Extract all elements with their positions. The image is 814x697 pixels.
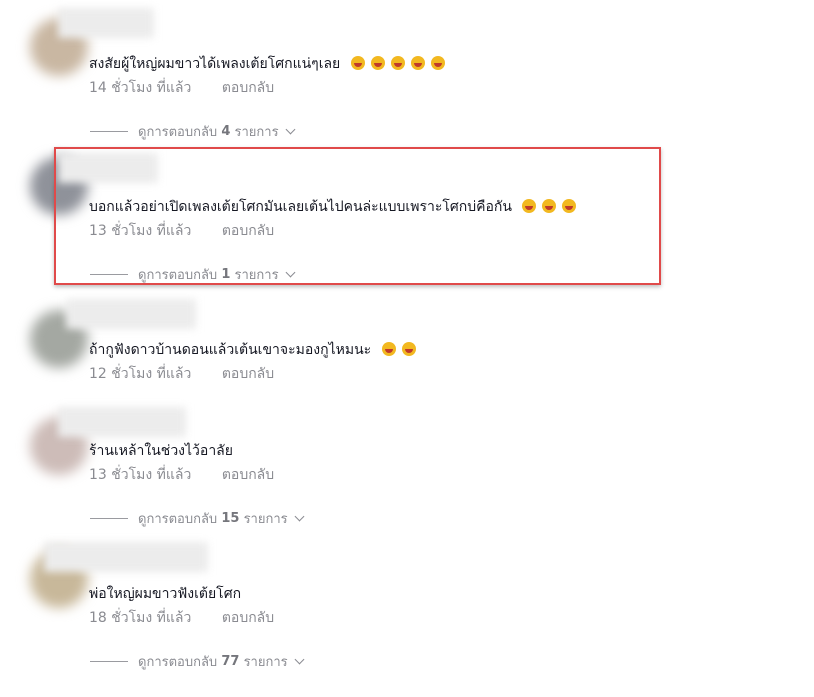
comment-meta: 14 ชั่วโมง ที่แล้ว ตอบกลับ <box>89 77 274 99</box>
divider <box>90 131 128 132</box>
laughing-face-icon <box>430 56 445 70</box>
username-blurred <box>58 8 154 38</box>
reply-button[interactable]: ตอบกลับ <box>222 80 274 96</box>
laughing-face-icon <box>401 342 416 356</box>
reply-count: 77 <box>221 654 240 669</box>
comment-item: พ่อใหญ่ผมขาวฟังเต้ยโศก 18 ชั่วโมง ที่แล้… <box>0 538 814 678</box>
reply-button[interactable]: ตอบกลับ <box>222 366 274 382</box>
laughing-face-icon <box>410 56 425 70</box>
timestamp: 12 ชั่วโมง ที่แล้ว <box>89 366 192 382</box>
comment-item: ร้านเหล้าในช่วงไว้อาลัย 13 ชั่วโมง ที่แล… <box>0 395 814 535</box>
view-replies-button[interactable]: ดูการตอบกลับ 77 รายการ <box>90 651 305 672</box>
divider <box>90 661 128 662</box>
timestamp: 14 ชั่วโมง ที่แล้ว <box>89 80 192 96</box>
laughing-face-icon <box>370 56 385 70</box>
reply-button[interactable]: ตอบกลับ <box>222 467 274 483</box>
laughing-face-icon <box>350 56 365 70</box>
username-blurred <box>44 542 208 572</box>
view-replies-button[interactable]: ดูการตอบกลับ 4 รายการ <box>90 121 296 142</box>
comment-meta: 13 ชั่วโมง ที่แล้ว ตอบกลับ <box>89 464 274 486</box>
view-replies-button[interactable]: ดูการตอบกลับ 15 รายการ <box>90 508 305 529</box>
timestamp: 18 ชั่วโมง ที่แล้ว <box>89 610 192 626</box>
chevron-down-icon <box>285 124 296 135</box>
laughing-face-icon <box>390 56 405 70</box>
comment-meta: 18 ชั่วโมง ที่แล้ว ตอบกลับ <box>89 607 274 629</box>
laughing-face-icon <box>381 342 396 356</box>
username-blurred <box>66 299 196 329</box>
comment-item: สงสัยผู้ใหญ่ผมขาวได้เพลงเต้ยโศกแน่ๆเลย 1… <box>0 0 814 140</box>
comment-meta: 12 ชั่วโมง ที่แล้ว ตอบกลับ <box>89 363 274 385</box>
timestamp: 13 ชั่วโมง ที่แล้ว <box>89 467 192 483</box>
reply-count: 4 <box>221 124 231 139</box>
comment-text: สงสัยผู้ใหญ่ผมขาวได้เพลงเต้ยโศกแน่ๆเลย <box>89 53 445 75</box>
chevron-down-icon <box>294 654 305 665</box>
reply-button[interactable]: ตอบกลับ <box>222 610 274 626</box>
highlight-box <box>54 147 661 285</box>
reply-count: 15 <box>221 511 240 526</box>
divider <box>90 518 128 519</box>
username-blurred <box>58 407 186 437</box>
comment-text: พ่อใหญ่ผมขาวฟังเต้ยโศก <box>89 586 242 602</box>
comment-text: ร้านเหล้าในช่วงไว้อาลัย <box>89 443 233 459</box>
chevron-down-icon <box>294 511 305 522</box>
comment-text: ถ้ากูฟังดาวบ้านดอนแล้วเต้นเขาจะมองกูไหมน… <box>89 339 416 361</box>
